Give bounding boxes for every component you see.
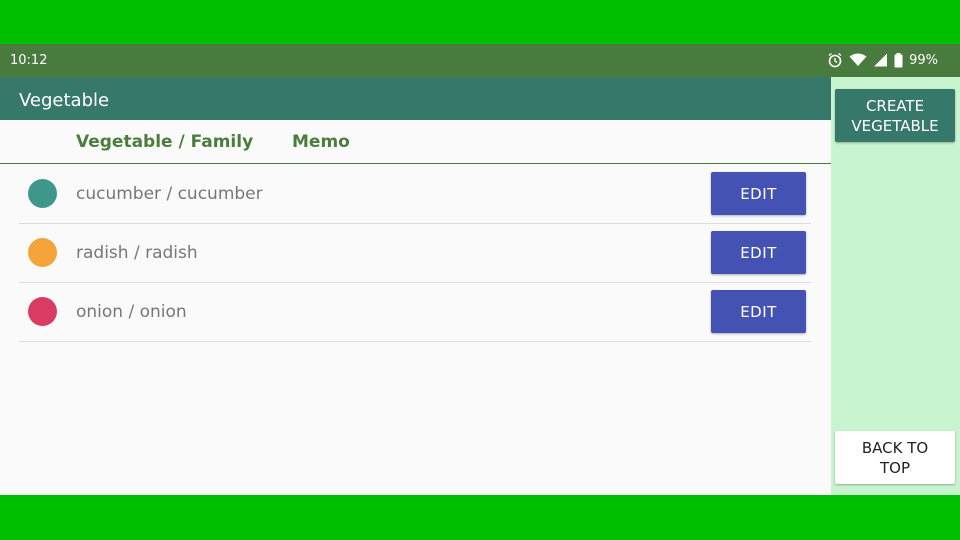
app-title: Vegetable — [19, 90, 110, 111]
side-panel: CREATE VEGETABLE BACK TO TOP — [831, 77, 960, 495]
list-item: onion / onion EDIT — [19, 283, 811, 342]
vegetable-label: radish / radish — [76, 243, 198, 263]
edit-button[interactable]: EDIT — [711, 290, 806, 333]
status-icons: 99% — [827, 52, 938, 68]
battery-percent: 99% — [909, 52, 938, 68]
app-bar: Vegetable — [0, 77, 831, 120]
list-item: cucumber / cucumber EDIT — [19, 165, 811, 224]
app-screen: 10:12 99% Vegetable Vegetable / Family M… — [0, 44, 960, 495]
vegetable-label: cucumber / cucumber — [76, 184, 263, 204]
table-header: Vegetable / Family Memo — [0, 120, 831, 164]
color-dot — [28, 297, 57, 326]
color-dot — [28, 238, 57, 267]
color-dot — [28, 179, 57, 208]
status-time: 10:12 — [10, 53, 48, 68]
signal-icon — [874, 53, 888, 67]
status-bar: 10:12 99% — [0, 44, 960, 77]
create-vegetable-button[interactable]: CREATE VEGETABLE — [835, 89, 955, 142]
alarm-icon — [828, 52, 842, 68]
battery-icon — [894, 52, 903, 67]
column-header-vegetable-family: Vegetable / Family — [76, 132, 254, 152]
list-item: radish / radish EDIT — [19, 224, 811, 283]
edit-button[interactable]: EDIT — [711, 231, 806, 274]
vegetable-label: onion / onion — [76, 302, 187, 322]
edit-button[interactable]: EDIT — [711, 172, 806, 215]
wifi-icon — [849, 53, 867, 66]
create-vegetable-label: CREATE VEGETABLE — [851, 96, 939, 135]
back-to-top-button[interactable]: BACK TO TOP — [835, 431, 955, 484]
vegetable-list: cucumber / cucumber EDIT radish / radish… — [19, 165, 811, 342]
back-to-top-label: BACK TO TOP — [861, 438, 929, 477]
column-header-memo: Memo — [292, 132, 350, 152]
